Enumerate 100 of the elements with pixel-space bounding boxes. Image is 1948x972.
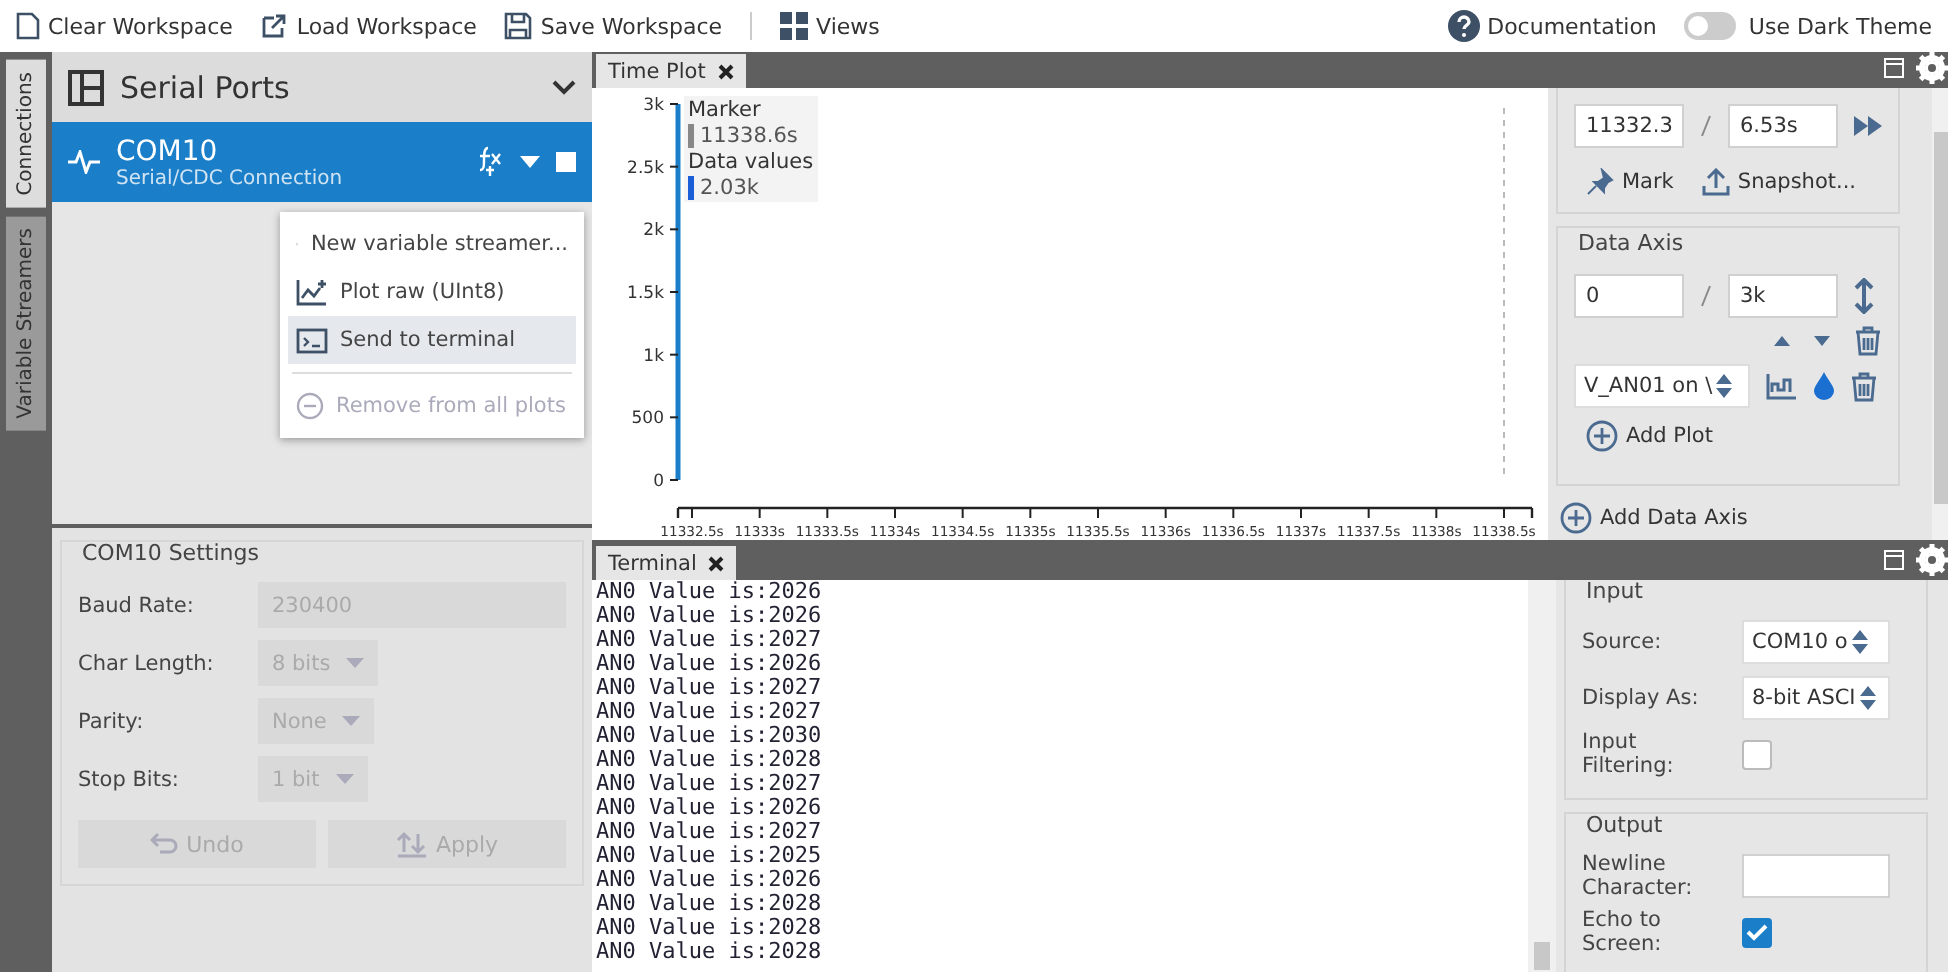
terminal-line: AN0 Value is:2028 xyxy=(596,892,824,916)
upload-download-icon xyxy=(395,830,428,858)
plus-circle-icon xyxy=(1560,502,1592,534)
field-label: Source: xyxy=(1582,630,1664,654)
load-icon xyxy=(260,12,289,40)
window-icon[interactable] xyxy=(1884,58,1904,78)
side-tab[interactable]: Variable Streamers xyxy=(6,215,46,431)
upload-icon xyxy=(1701,168,1730,196)
terminal-line: AN0 Value is:2026 xyxy=(596,796,824,820)
menu-item[interactable]: Send to terminal xyxy=(288,316,576,364)
pane-tab[interactable]: Terminal xyxy=(596,546,737,580)
field-label: Newline Character: xyxy=(1582,852,1695,900)
trash-icon[interactable] xyxy=(1850,371,1878,401)
legend-title: Marker xyxy=(688,98,763,122)
tick-label: 2.5k xyxy=(627,158,664,179)
field-label: Echo to Screen: xyxy=(1582,908,1664,956)
terminal-line: AN0 Value is:2028 xyxy=(596,916,824,940)
caret-icon xyxy=(346,658,365,668)
group-title: COM10 Settings xyxy=(80,538,261,568)
close-icon[interactable] xyxy=(708,555,725,571)
close-icon[interactable] xyxy=(717,63,734,79)
terminal-icon xyxy=(296,327,328,353)
select-field[interactable]: 8-bit ASCI xyxy=(1742,676,1890,720)
add-data-axis-button[interactable]: Add Data Axis xyxy=(1560,502,1924,534)
window-icon[interactable] xyxy=(1884,550,1904,570)
group-title: Data Axis xyxy=(1576,228,1686,258)
legend-value: 2.03k xyxy=(700,176,759,200)
spinner-caret-icon xyxy=(1859,686,1876,710)
tick-label: 1k xyxy=(643,346,664,367)
save-icon xyxy=(504,12,533,40)
connection-item[interactable]: COM10 Serial/CDC Connection xyxy=(52,122,592,202)
legend-value: 11338.6s xyxy=(700,124,798,148)
slash-icon xyxy=(1700,284,1712,308)
settings-icon[interactable] xyxy=(1916,544,1948,576)
trash-icon[interactable] xyxy=(1854,326,1882,356)
field-label: Char Length: xyxy=(78,651,216,675)
vertical-arrows-icon[interactable] xyxy=(1854,278,1874,314)
field-label: Parity: xyxy=(78,709,146,733)
layout-icon xyxy=(68,69,104,105)
input-field[interactable]: 6.53s xyxy=(1728,104,1838,148)
panel-title: Serial Ports xyxy=(120,69,292,105)
input-field[interactable]: 11332.3 xyxy=(1574,104,1684,148)
tick-label: 500 xyxy=(631,409,664,430)
snapshot-button[interactable]: Snapshot... xyxy=(1701,168,1857,196)
mark-button[interactable]: Mark xyxy=(1586,168,1674,196)
plot-icon xyxy=(296,278,328,306)
menu-item[interactable]: Plot raw (UInt8) xyxy=(288,268,576,316)
terminal-line: AN0 Value is:2027 xyxy=(596,676,824,700)
connection-type: Serial/CDC Connection xyxy=(116,167,345,189)
dark-theme-toggle[interactable] xyxy=(1684,12,1737,40)
input-field[interactable] xyxy=(1742,854,1890,898)
tick-label: 3k xyxy=(643,96,664,116)
add-plot-button[interactable]: Add Plot xyxy=(1586,420,1882,452)
terminal-line: AN0 Value is:2026 xyxy=(596,604,824,628)
chevron-down-icon[interactable] xyxy=(552,79,576,95)
spinner-caret-icon xyxy=(1851,630,1868,654)
slash-icon xyxy=(1700,114,1712,138)
terminal-line: AN0 Value is:2027 xyxy=(596,820,824,844)
fast-forward-icon[interactable] xyxy=(1854,116,1882,136)
input-field[interactable]: 0 xyxy=(1574,274,1684,318)
terminal-line: AN0 Value is:2025 xyxy=(596,844,824,868)
scrollbar[interactable] xyxy=(1932,88,1948,540)
terminal-line: AN0 Value is:2028 xyxy=(596,940,824,964)
menu-item[interactable]: New variable streamer... xyxy=(288,220,576,268)
caret-icon[interactable] xyxy=(520,156,540,168)
scrollbar[interactable] xyxy=(1528,580,1556,972)
terminal-line: AN0 Value is:2027 xyxy=(596,628,824,652)
checkbox[interactable] xyxy=(1742,917,1772,947)
terminal-line: AN0 Value is:2026 xyxy=(596,580,824,604)
toolbar-button[interactable]: Save Workspace xyxy=(504,12,723,40)
terminal-line: AN0 Value is:2027 xyxy=(596,700,824,724)
terminal-line: AN0 Value is:2030 xyxy=(596,724,824,748)
line-chart-icon[interactable] xyxy=(1766,372,1798,400)
drop-icon[interactable] xyxy=(1814,372,1834,400)
group-title: Input xyxy=(1584,580,1645,606)
toolbar-button[interactable]: Views xyxy=(780,12,880,40)
terminal-line: AN0 Value is:2026 xyxy=(596,868,824,892)
field-label: Baud Rate: xyxy=(78,593,196,617)
terminal-line: AN0 Value is:2027 xyxy=(596,772,824,796)
settings-icon[interactable] xyxy=(1916,52,1948,84)
up-caret-icon[interactable] xyxy=(1774,336,1790,346)
select-field[interactable]: COM10 o xyxy=(1742,620,1890,664)
checkbox[interactable] xyxy=(1742,739,1772,769)
toolbar-button[interactable]: Clear Workspace xyxy=(16,12,233,40)
plus-circle-icon xyxy=(1586,420,1618,452)
toolbar-button[interactable]: Load Workspace xyxy=(260,12,477,40)
field-label: Input Filtering: xyxy=(1582,730,1676,778)
caret-icon xyxy=(335,774,354,784)
pane-tab[interactable]: Time Plot xyxy=(596,54,746,88)
field-label: Stop Bits: xyxy=(78,767,181,791)
down-caret-icon[interactable] xyxy=(1814,336,1830,346)
spinner-caret-icon xyxy=(1716,374,1733,398)
select-field[interactable]: V_AN01 on \ xyxy=(1574,364,1750,408)
toggle-label: Use Dark Theme xyxy=(1748,13,1932,39)
connection-name: COM10 xyxy=(116,135,220,167)
documentation-link[interactable]: Documentation xyxy=(1447,10,1657,42)
caret-icon xyxy=(342,716,361,726)
side-tab[interactable]: Connections xyxy=(6,60,46,208)
input-field[interactable]: 3k xyxy=(1728,274,1838,318)
minus-circle-icon xyxy=(296,392,324,420)
